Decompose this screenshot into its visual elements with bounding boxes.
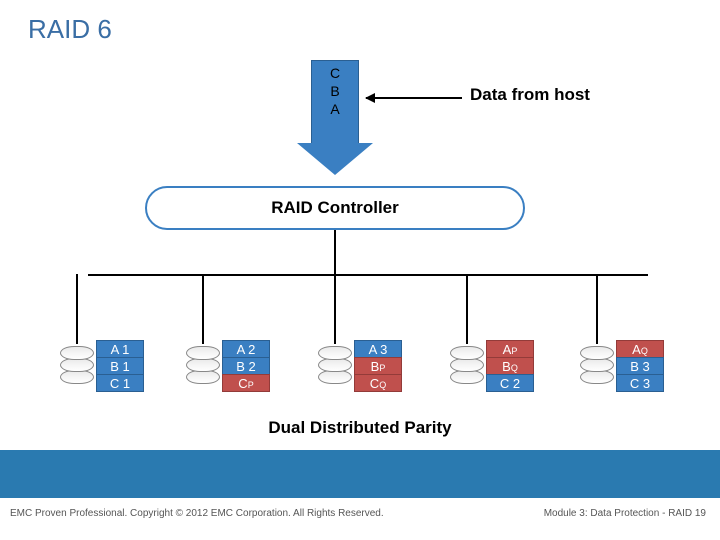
data-block: C 1 [96,374,144,392]
parity-block: BP [354,357,402,375]
bus-drop [466,274,468,344]
stripe-column: AQB 3C 3 [616,340,664,391]
bus-horizontal [88,274,648,276]
data-block: A 2 [222,340,270,358]
diagram-caption: Dual Distributed Parity [0,418,720,438]
stripe-column: A 2B 2CP [222,340,270,391]
host-arrow-labels: C B A [311,64,359,118]
stripe-column: APBQC 2 [486,340,534,391]
parity-block: AP [486,340,534,358]
data-block: B 3 [616,357,664,375]
stripe-column: A 1B 1C 1 [96,340,144,391]
footer-right: Module 3: Data Protection - RAID 19 [544,508,706,519]
data-block: C 3 [616,374,664,392]
data-block: B 2 [222,357,270,375]
parity-block: BQ [486,357,534,375]
footer: EMC Proven Professional. Copyright © 201… [0,498,720,540]
bus-drop [334,274,336,344]
data-block: B 1 [96,357,144,375]
slide: RAID 6 C B A Data from host RAID Control… [0,0,720,540]
parity-block: CQ [354,374,402,392]
arrow-line: C [311,64,359,82]
arrow-line: B [311,82,359,100]
stripe-column: A 3BPCQ [354,340,402,391]
footer-bar [0,450,720,498]
parity-block: CP [222,374,270,392]
disk-icon [186,346,220,384]
bus-drop [76,274,78,344]
data-block: A 1 [96,340,144,358]
slide-title: RAID 6 [28,14,112,45]
host-label: Data from host [470,85,590,105]
disk-icon [318,346,352,384]
disk-icon [60,346,94,384]
raid-controller-box: RAID Controller [145,186,525,230]
bus-drop [596,274,598,344]
arrow-line: A [311,100,359,118]
data-block: A 3 [354,340,402,358]
host-arrow-head [297,143,373,175]
parity-block: AQ [616,340,664,358]
bus-vertical [334,230,336,276]
footer-left: EMC Proven Professional. Copyright © 201… [10,508,384,519]
disk-icon [580,346,614,384]
host-pointer-line [366,97,462,99]
disk-icon [450,346,484,384]
raid-controller-label: RAID Controller [271,198,399,218]
data-block: C 2 [486,374,534,392]
bus-drop [202,274,204,344]
